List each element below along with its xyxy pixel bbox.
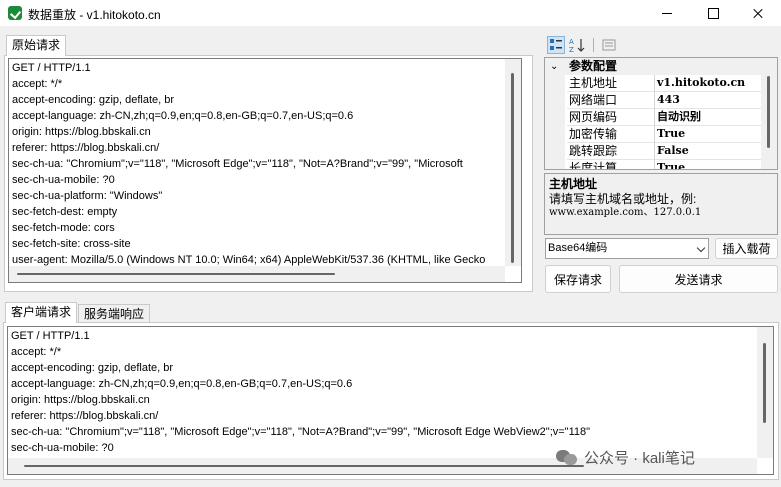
request-line: accept-language: zh-CN,zh;q=0.9,en;q=0.8… [12,110,354,122]
raw-request-hscroll[interactable] [9,266,505,282]
property-value[interactable]: True [655,126,763,143]
request-line: GET / HTTP/1.1 [12,62,91,74]
property-row-gutter [545,109,565,126]
property-grid-toolbar: AZ [545,34,775,56]
categorized-icon[interactable] [547,36,565,54]
raw-request-vscroll[interactable] [505,59,521,266]
save-request-button[interactable]: 保存请求 [545,265,611,293]
title-bar: 数据重放 - v1.hitokoto.cn [0,0,781,26]
property-row[interactable]: 主机地址 v1.hitokoto.cn [545,75,763,92]
property-name: 长度计算 [567,160,655,169]
property-pages-icon[interactable] [600,36,618,54]
property-grid-vscroll[interactable] [761,58,777,169]
category-label: 参数配置 [569,59,618,73]
property-value[interactable]: 自动识别 [655,109,763,126]
request-line: origin: https://blog.bbskali.cn [12,126,151,138]
client-request-line: sec-ch-ua: "Chromium";v="118", "Microsof… [11,426,591,438]
request-line: accept-encoding: gzip, deflate, br [12,94,175,106]
send-request-button[interactable]: 发送请求 [619,265,778,293]
client-request-line: accept-language: zh-CN,zh;q=0.9,en;q=0.8… [11,378,353,390]
client-request-line: GET / HTTP/1.1 [11,330,90,342]
raw-request-panel: GET / HTTP/1.1 accept: */* accept-encoding… [4,55,533,292]
tab-server-response[interactable]: 服务端响应 [78,304,151,322]
encoding-select[interactable]: Base64编码 [545,238,709,259]
property-description: 主机地址 请填写主机域名或地址，例: www.example.com、127.0… [544,173,778,235]
request-line: accept: */* [12,78,63,90]
property-name: 网页编码 [567,109,655,126]
chevron-down-icon [696,243,706,253]
property-row[interactable]: 网络端口 443 [545,92,763,109]
svg-text:Z: Z [569,46,574,53]
property-value[interactable]: 443 [655,92,763,109]
property-value[interactable]: False [655,143,763,160]
client-request-line: referer: https://blog.bbskali.cn/ [11,410,159,422]
property-row-gutter [545,126,565,143]
window-title: 数据重放 - v1.hitokoto.cn [28,8,161,22]
maximize-button[interactable] [690,0,736,26]
property-name: 网络端口 [567,92,655,109]
client-request-line: accept: */* [11,346,62,358]
request-line: sec-ch-ua: "Chromium";v="118", "Microsof… [12,158,463,170]
tab-client-request[interactable]: 客户端请求 [5,302,78,323]
description-text: 请填写主机域名或地址，例: [549,192,697,206]
request-line: sec-fetch-mode: cors [12,222,115,234]
property-row[interactable]: 跳转跟踪 False [545,143,763,160]
watermark-text: 公众号 · kali笔记 [584,449,695,467]
description-title: 主机地址 [549,177,598,191]
app-icon [8,6,22,20]
request-line: sec-ch-ua-mobile: ?0 [12,174,115,186]
svg-text:A: A [569,38,574,46]
watermark: 公众号 · kali笔记 [556,444,695,470]
request-line: referer: https://blog.bbskali.cn/ [12,142,160,154]
property-row[interactable]: 加密传输 True [545,126,763,143]
chevron-down-icon[interactable]: ⌄ [550,58,558,75]
raw-request-editor[interactable]: GET / HTTP/1.1 accept: */* accept-encoding… [8,58,522,283]
minimize-button[interactable] [644,0,690,26]
property-row-gutter [545,160,565,169]
toolbar-separator [593,38,594,52]
wechat-icon [556,448,578,466]
property-value[interactable]: True [655,160,763,169]
request-line: sec-fetch-site: cross-site [12,238,131,250]
alphabetical-icon[interactable]: AZ [569,36,587,54]
encoding-select-value: Base64编码 [548,242,608,254]
property-row-gutter [545,92,565,109]
property-name: 主机地址 [567,75,655,92]
tab-raw-request[interactable]: 原始请求 [6,35,67,56]
property-value[interactable]: v1.hitokoto.cn [655,75,763,92]
description-example: www.example.com、127.0.0.1 [549,207,702,218]
property-row-gutter [545,143,565,160]
property-row-gutter [545,75,565,92]
client-request-line: accept-encoding: gzip, deflate, br [11,362,174,374]
property-row[interactable]: 网页编码 自动识别 [545,109,763,126]
close-button[interactable] [735,0,781,26]
insert-payload-button[interactable]: 插入载荷 [715,238,778,259]
request-line: sec-ch-ua-platform: "Windows" [12,190,163,202]
property-row[interactable]: 长度计算 True [545,160,763,169]
client-request-vscroll[interactable] [757,327,773,458]
request-line: sec-fetch-dest: empty [12,206,118,218]
category-header[interactable]: ⌄ 参数配置 [545,58,763,75]
property-name: 跳转跟踪 [567,143,655,160]
client-request-line: origin: https://blog.bbskali.cn [11,394,150,406]
property-grid: ⌄ 参数配置 主机地址 v1.hitokoto.cn 网络端口 443 网页编码 自动识别… [544,57,778,170]
property-name: 加密传输 [567,126,655,143]
